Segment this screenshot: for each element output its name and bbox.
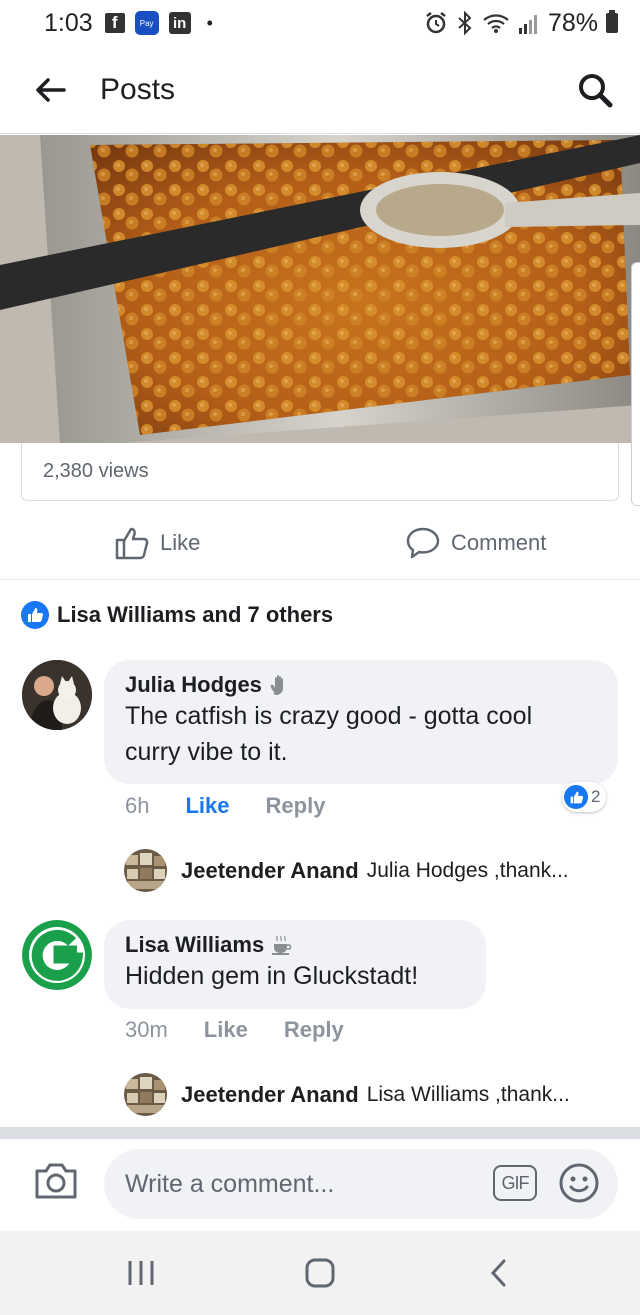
like-reaction-icon — [564, 785, 588, 809]
signal-icon — [518, 15, 537, 34]
arrow-left-icon — [36, 77, 66, 102]
comment-reply-button[interactable]: Reply — [266, 793, 326, 819]
reply-preview[interactable]: Jeetender Anand Lisa Williams ,thank... — [124, 1073, 570, 1116]
comment-bubble[interactable]: Julia Hodges The catfish is crazy good -… — [104, 660, 618, 784]
back-nav-button[interactable] — [484, 1253, 514, 1298]
reply-text: Julia Hodges ,thank... — [366, 858, 569, 882]
like-label: Like — [160, 530, 201, 555]
chevron-left-icon — [490, 1259, 506, 1287]
wave-hand-icon — [270, 675, 283, 695]
avatar-jeetender-anand — [124, 1073, 167, 1116]
comment-time: 6h — [125, 793, 150, 818]
scroll-handle[interactable] — [631, 262, 640, 506]
comment-composer: Write a comment... GIF — [0, 1139, 640, 1231]
status-time: 1:03 — [44, 8, 93, 37]
avatar-julia-hodges[interactable] — [22, 660, 92, 730]
video-thumbnail-image — [0, 135, 640, 443]
wifi-icon — [483, 14, 509, 33]
back-button[interactable] — [0, 46, 100, 134]
linkedin-icon: in — [168, 12, 191, 34]
reactions-text: Lisa Williams and 7 others — [57, 602, 334, 627]
composer-divider — [0, 1127, 640, 1139]
search-icon — [579, 73, 613, 107]
battery-icon — [606, 10, 618, 33]
recent-apps-button[interactable] — [124, 1253, 158, 1298]
comment-text-cont: curry vibe to it. — [125, 738, 288, 766]
reply-author: Jeetender Anand — [181, 1081, 359, 1107]
smiley-icon — [559, 1163, 599, 1203]
like-button[interactable]: Like — [114, 526, 200, 560]
battery-percent: 78% — [547, 8, 598, 37]
commenter-name-text: Julia Hodges — [125, 672, 262, 697]
g-logo-icon — [22, 920, 92, 990]
comment-text: The catfish is crazy good - gotta cool — [125, 702, 533, 730]
comment-like-button[interactable]: Like — [185, 793, 229, 819]
reply-preview[interactable]: Jeetender Anand Julia Hodges ,thank... — [124, 849, 569, 892]
avatar-jeetender-anand — [124, 849, 167, 892]
emoji-button[interactable] — [558, 1162, 600, 1209]
home-icon — [305, 1258, 335, 1288]
commenter-name[interactable]: Lisa Williams — [125, 932, 465, 958]
comment-input[interactable]: Write a comment... — [104, 1149, 618, 1219]
reactions-summary[interactable]: Lisa Williams and 7 others — [21, 601, 333, 629]
avatar-image — [124, 1073, 167, 1116]
thumbs-up-icon — [115, 527, 149, 560]
comment-meta: 30m Like Reply — [125, 1017, 344, 1043]
facebook-icon: f — [104, 13, 125, 33]
recent-apps-icon — [128, 1261, 154, 1285]
comment-meta: 6h Like Reply — [125, 793, 325, 819]
comment-like-button[interactable]: Like — [204, 1017, 248, 1043]
page-title: Posts — [100, 72, 176, 106]
status-bar: 1:03 f Pay in • 78% — [0, 0, 640, 46]
app-header: Posts — [0, 46, 640, 134]
comment-label: Comment — [451, 530, 547, 555]
comment-text: Hidden gem in Gluckstadt! — [125, 962, 419, 990]
comment-bubble[interactable]: Lisa Williams Hidden gem in Gluckstadt! — [104, 920, 486, 1009]
reply-author: Jeetender Anand — [181, 857, 359, 883]
coffee-cup-icon — [272, 935, 292, 955]
commenter-name[interactable]: Julia Hodges — [125, 672, 597, 698]
post-video[interactable] — [0, 135, 640, 443]
reaction-count-text: 2 — [591, 787, 601, 806]
search-button[interactable] — [550, 46, 640, 134]
speech-bubble-icon — [406, 527, 440, 559]
avatar-image — [22, 660, 92, 730]
gif-button[interactable]: GIF — [493, 1165, 537, 1201]
reply-text: Lisa Williams ,thank... — [366, 1082, 570, 1106]
comment-reply-button[interactable]: Reply — [284, 1017, 344, 1043]
like-reaction-icon — [21, 601, 49, 629]
post-actions: Like Comment — [0, 510, 640, 580]
pay-icon: Pay — [134, 11, 159, 35]
camera-button[interactable] — [33, 1161, 79, 1206]
camera-icon — [35, 1163, 77, 1199]
home-button[interactable] — [302, 1253, 338, 1298]
avatar-image — [124, 849, 167, 892]
view-count: 2,380 views — [43, 460, 149, 482]
alarm-icon — [426, 12, 446, 34]
comment-time: 30m — [125, 1017, 168, 1042]
bluetooth-icon — [458, 11, 472, 35]
system-nav-bar — [0, 1231, 640, 1315]
comment-reaction-count[interactable]: 2 — [562, 782, 607, 812]
avatar-lisa-williams[interactable] — [22, 920, 92, 990]
notification-dot: • — [206, 12, 213, 33]
comment-button[interactable]: Comment — [405, 526, 546, 560]
commenter-name-text: Lisa Williams — [125, 932, 265, 957]
